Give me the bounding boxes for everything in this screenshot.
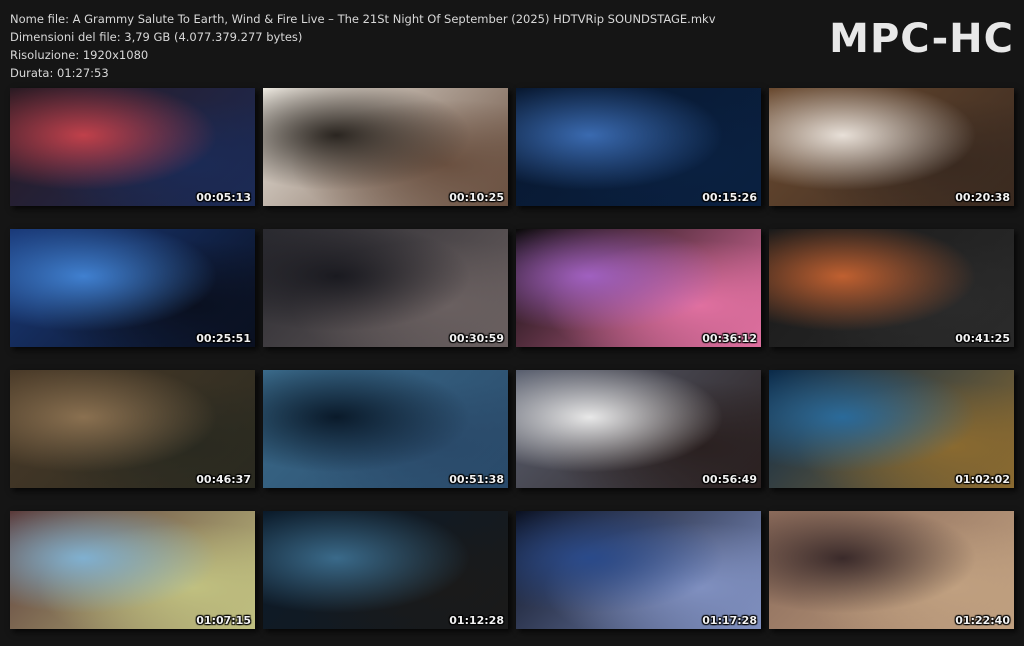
thumbnail: 00:25:51 bbox=[10, 229, 255, 347]
thumbnail-image bbox=[769, 88, 1014, 206]
thumbnail: 01:17:28 bbox=[516, 511, 761, 629]
thumbnail-image bbox=[769, 511, 1014, 629]
thumbnail-timestamp: 00:15:26 bbox=[702, 191, 757, 204]
thumbnail-timestamp: 01:12:28 bbox=[449, 614, 504, 627]
thumbnail-timestamp: 00:30:59 bbox=[449, 332, 504, 345]
thumbnail-timestamp: 01:07:15 bbox=[196, 614, 251, 627]
thumbnail-image bbox=[263, 370, 508, 488]
thumbnail: 01:12:28 bbox=[263, 511, 508, 629]
thumbnail: 01:22:40 bbox=[769, 511, 1014, 629]
thumbnail-timestamp: 00:36:12 bbox=[702, 332, 757, 345]
thumbnail-grid: 00:05:13 00:10:25 00:15:26 00:20:38 00:25:51… bbox=[0, 0, 1024, 646]
thumbnail-timestamp: 01:02:02 bbox=[955, 473, 1010, 486]
thumbnail: 00:41:25 bbox=[769, 229, 1014, 347]
thumbnail-timestamp: 00:51:38 bbox=[449, 473, 504, 486]
thumbnail: 00:05:13 bbox=[10, 88, 255, 206]
thumbnail-image bbox=[263, 511, 508, 629]
thumbnail-timestamp: 00:46:37 bbox=[196, 473, 251, 486]
thumbnail-image bbox=[516, 511, 761, 629]
thumbnail-image bbox=[10, 229, 255, 347]
thumbnail-image bbox=[263, 229, 508, 347]
thumbnail: 00:20:38 bbox=[769, 88, 1014, 206]
thumbnail: 00:51:38 bbox=[263, 370, 508, 488]
thumbnail-image bbox=[516, 229, 761, 347]
thumbnail-timestamp: 00:20:38 bbox=[955, 191, 1010, 204]
thumbnail-timestamp: 00:05:13 bbox=[196, 191, 251, 204]
thumbnail: 01:07:15 bbox=[10, 511, 255, 629]
thumbnail-image bbox=[769, 370, 1014, 488]
thumbnail-timestamp: 00:25:51 bbox=[196, 332, 251, 345]
thumbnail-timestamp: 01:22:40 bbox=[955, 614, 1010, 627]
thumbnail-timestamp: 00:41:25 bbox=[955, 332, 1010, 345]
thumbnail: 00:56:49 bbox=[516, 370, 761, 488]
thumbnail-image bbox=[516, 88, 761, 206]
thumbnail-image bbox=[263, 88, 508, 206]
thumbnail-timestamp: 00:56:49 bbox=[702, 473, 757, 486]
thumbnail-image bbox=[10, 88, 255, 206]
thumbnail-image bbox=[769, 229, 1014, 347]
thumbnail: 00:15:26 bbox=[516, 88, 761, 206]
thumbnail-timestamp: 01:17:28 bbox=[702, 614, 757, 627]
thumbnail: 01:02:02 bbox=[769, 370, 1014, 488]
thumbnail: 00:10:25 bbox=[263, 88, 508, 206]
thumbnail: 00:36:12 bbox=[516, 229, 761, 347]
thumbnail-image bbox=[10, 511, 255, 629]
thumbnail-timestamp: 00:10:25 bbox=[449, 191, 504, 204]
thumbnail-image bbox=[516, 370, 761, 488]
thumbnail: 00:46:37 bbox=[10, 370, 255, 488]
thumbnail: 00:30:59 bbox=[263, 229, 508, 347]
thumbnail-image bbox=[10, 370, 255, 488]
